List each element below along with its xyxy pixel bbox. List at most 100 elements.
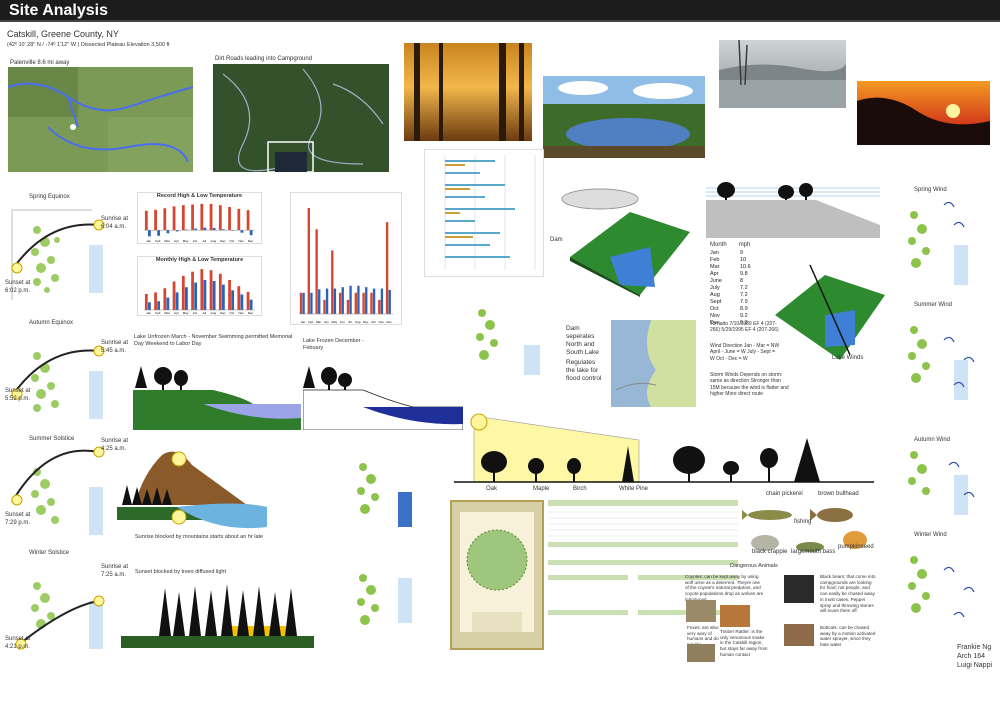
chart-bar <box>203 279 207 310</box>
chart-bar <box>181 205 185 231</box>
tick-label: Jun <box>192 311 197 315</box>
monthly-temp-chart: Monthly High & Low Temperature Jan Feb Mar… <box>137 256 262 316</box>
chart-bar <box>175 292 179 310</box>
bear-photo <box>784 575 814 603</box>
chart-bar <box>365 287 368 314</box>
sunset-label: Sunset at 6:02 p.m. <box>5 280 31 294</box>
horizontal-bar-chart <box>424 149 544 277</box>
mid-sun-diagram-2 <box>343 548 423 648</box>
table-cell: Sept <box>710 298 722 305</box>
table-cell: 7.2 <box>740 291 748 298</box>
sun-diagram-spring: Spring Equinox Sunrise at 6:04 a.m. Suns… <box>5 190 128 305</box>
chart-bar <box>307 208 310 314</box>
tick-label: Jul <box>202 311 206 315</box>
chart-bar <box>148 302 151 310</box>
chart-bar <box>228 279 231 310</box>
fish-label: chain pickerel <box>766 491 803 497</box>
tick-label: Nov <box>238 311 244 315</box>
chart-bar <box>237 208 241 231</box>
tree-label: Birch <box>573 486 587 492</box>
table-cell: 7.2 <box>740 284 748 291</box>
table-cell: 8 <box>740 277 744 284</box>
tick-label: Sep <box>220 311 226 315</box>
mountain-sunrise-diagram <box>117 445 267 530</box>
tick-label: Dec <box>248 239 254 243</box>
sun-diagram-winter: Winter Solstice Sunrise at 7:25 a.m. Sun… <box>5 546 128 658</box>
animals-title: Dangerous Animals <box>730 563 778 569</box>
bobcat-text: Bobcats: can be chased away by a motion … <box>820 625 876 648</box>
misty-lake-photo <box>719 40 846 108</box>
author-name: Frankie Ng <box>957 644 992 651</box>
chart-title: Record High & Low Temperature <box>156 193 243 199</box>
tick-label: Jul <box>202 239 206 243</box>
tick-label: Jun <box>192 239 197 243</box>
tick-label: Jul <box>348 320 352 324</box>
chart-bar <box>172 206 176 231</box>
chart-bar <box>163 208 167 231</box>
tick-label: Sep <box>220 239 226 243</box>
chart-bar <box>315 229 318 314</box>
table-cell: July <box>710 284 720 291</box>
tick-label: Jan <box>300 320 305 324</box>
table-cell: 10.6 <box>740 263 751 270</box>
course-name: Arch 164 <box>957 653 986 660</box>
dam-text: Dam seperates North and South Lake <box>566 325 599 357</box>
dam-control-text: Regulates the lake for flood control <box>566 359 602 383</box>
chart-bar <box>209 203 213 231</box>
table-cell: Mar <box>710 263 720 270</box>
table-cell: Apr <box>710 270 719 277</box>
tick-label: Oct <box>230 239 235 243</box>
wind-diagram-title: Spring Wind <box>914 187 947 193</box>
chart-title: Monthly High & Low Temperature <box>155 257 244 263</box>
mid-sun-diagram-1 <box>343 437 423 532</box>
chart-bar <box>237 286 241 310</box>
chart-bar <box>331 250 334 314</box>
table-cell: June <box>710 277 722 284</box>
wind-diagram-autumn: Autumn Wind <box>884 415 992 530</box>
sunrise-label: Sunrise at 7:25 a.m. <box>101 564 129 578</box>
sunset-label: Sunset at 4:21 p.m. <box>5 636 31 650</box>
wind-diagram-title: Summer Wind <box>914 302 953 308</box>
chart-bar <box>212 227 216 231</box>
tick-label: May <box>183 311 189 315</box>
chart-bar <box>200 203 204 231</box>
table-cell: Aug <box>710 291 720 298</box>
chart-bar <box>203 227 207 231</box>
tick-label: May <box>183 239 189 243</box>
sun-diagram-title: Winter Solstice <box>29 550 70 556</box>
lake-3d-model: Dam <box>550 187 700 297</box>
tick-label: Nov <box>238 239 244 243</box>
wind-direction-text: Wind Direction Jan - Mar = NW April - Ju… <box>710 343 780 362</box>
table-cell: Jan <box>710 249 719 256</box>
tick-label: Dec <box>386 320 392 324</box>
tick-label: Mar <box>165 311 170 315</box>
chart-bar <box>249 230 253 236</box>
chart-bar <box>370 292 373 314</box>
fish-label: brown bullhead <box>818 491 859 497</box>
table-cell: Oct <box>710 305 719 312</box>
chart-bar <box>172 281 176 310</box>
tree-label: Maple <box>533 486 550 492</box>
chart-bar <box>325 288 329 314</box>
chart-bar <box>362 292 365 314</box>
chart-bar <box>222 284 225 310</box>
page-title: Site Analysis <box>9 2 109 19</box>
chart-bar <box>228 206 231 231</box>
chart-bar <box>231 290 235 310</box>
tick-label: Sep <box>363 320 369 324</box>
sun-diagram-autumn: Autumn Equinox Sunrise at 5:45 a.m. Suns… <box>5 316 128 431</box>
fish-label: pumpkinseed <box>838 544 874 550</box>
tree-label: Oak <box>486 486 498 492</box>
location-title: Catskill, Greene County, NY <box>7 29 119 39</box>
sunrise-label: Sunrise at 5:45 a.m. <box>101 340 129 354</box>
chart-bar <box>157 301 161 310</box>
sunset-label: Sunset at 5:52 p.m. <box>5 388 31 402</box>
mid-sun-diagram-3 <box>462 283 542 383</box>
tick-label: Jun <box>340 320 345 324</box>
tree-sunset-diagram <box>121 578 314 648</box>
chart-bar <box>218 205 222 231</box>
chart-bar <box>249 299 253 310</box>
fish-label: black crappie <box>752 549 788 555</box>
chart-bar <box>346 299 350 314</box>
chart-bar <box>148 230 151 237</box>
